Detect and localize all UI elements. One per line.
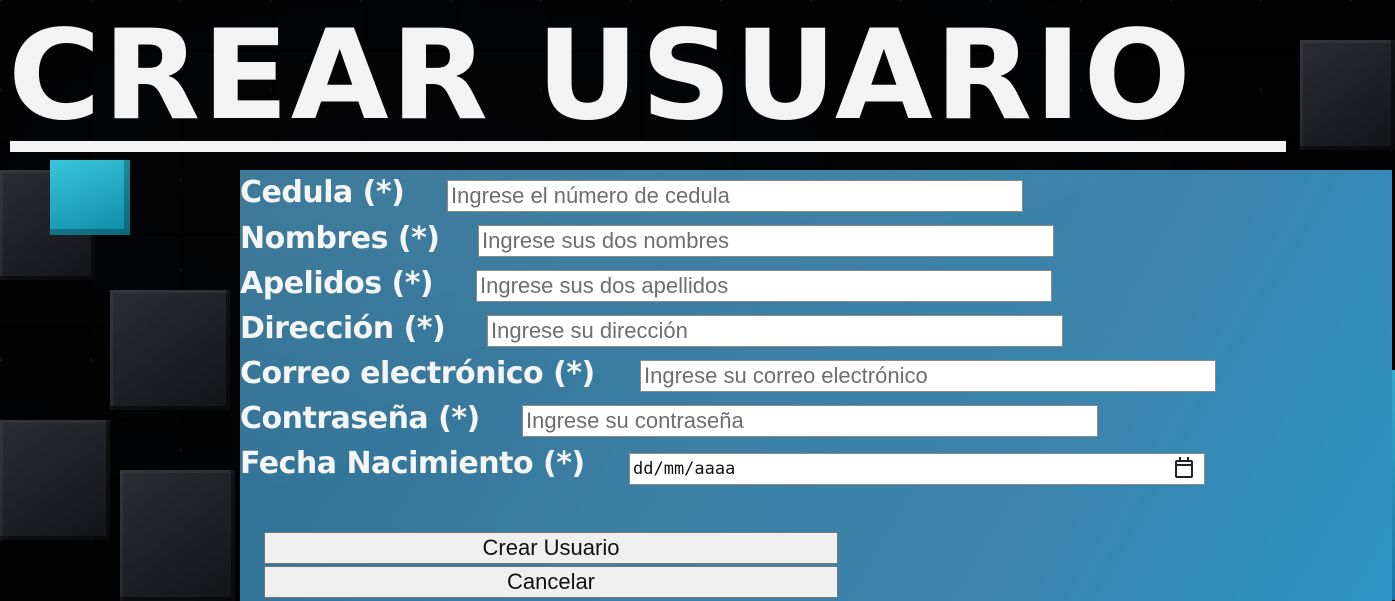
correo-label: Correo electrónico (*)	[240, 356, 595, 391]
background-cube	[1300, 40, 1395, 150]
contrasena-label: Contraseña (*)	[240, 401, 480, 436]
fecha-nacimiento-label: Fecha Nacimiento (*)	[240, 446, 585, 481]
create-user-button[interactable]: Crear Usuario	[264, 532, 838, 564]
nombres-input[interactable]	[478, 225, 1054, 257]
password-input[interactable]	[522, 405, 1098, 437]
cancel-button[interactable]: Cancelar	[264, 566, 838, 598]
background-cube	[120, 470, 235, 601]
title-underline	[10, 141, 1286, 152]
background-cube	[110, 290, 230, 410]
nombres-label: Nombres (*)	[240, 221, 440, 256]
birthdate-input[interactable]: dd/mm/aaaa	[629, 453, 1205, 485]
apellidos-input[interactable]	[476, 270, 1052, 302]
background-teal-cube	[50, 160, 130, 235]
create-user-form: Cedula (*) Nombres (*) Apelidos (*) Dire…	[240, 170, 1392, 601]
direccion-label: Dirección (*)	[240, 311, 446, 346]
cedula-label: Cedula (*)	[240, 175, 405, 210]
cedula-input[interactable]	[447, 180, 1023, 212]
page-title: CREAR USUARIO	[8, 4, 1193, 148]
background-cube	[0, 420, 110, 540]
apellidos-label: Apelidos (*)	[240, 266, 434, 301]
email-input[interactable]	[640, 360, 1216, 392]
direccion-input[interactable]	[487, 315, 1063, 347]
birthdate-placeholder: dd/mm/aaaa	[633, 459, 736, 479]
calendar-icon[interactable]	[1175, 457, 1193, 478]
